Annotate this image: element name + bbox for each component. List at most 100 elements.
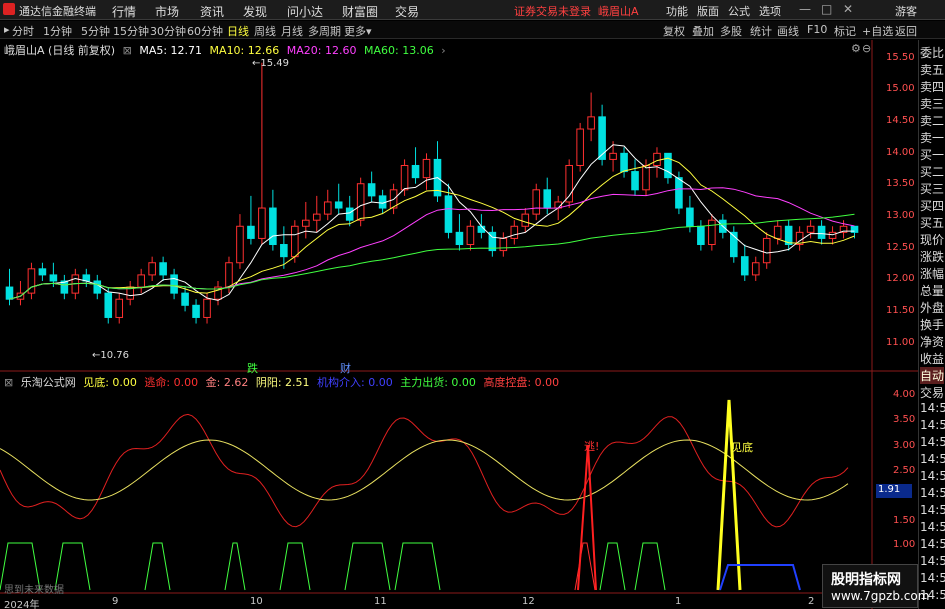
side-panel-item: 卖三 — [920, 97, 945, 111]
chart-zoom-icon[interactable]: ⊖ — [862, 42, 871, 55]
indicator-tick: 1.00 — [893, 539, 916, 550]
indicator-legend: ⊠ 乐淘公式网 见底: 0.00 逃命: 0.00 金: 2.62 阴阳: 2.… — [4, 374, 563, 390]
indicator-title[interactable]: 乐淘公式网 — [21, 376, 76, 389]
candle-body — [740, 256, 749, 276]
candle-body — [609, 152, 617, 160]
period-weekly[interactable]: 周线 — [254, 23, 276, 39]
candle-body — [466, 225, 475, 246]
indicator-tick: 3.00 — [893, 440, 916, 451]
ind-distribution-value: 主力出货: 0.00 — [400, 376, 476, 389]
btn-overlay[interactable]: 叠加 — [692, 23, 714, 39]
price-tick: 11.00 — [886, 337, 915, 348]
price-tick: 15.50 — [886, 52, 915, 63]
btn-adjust[interactable]: 复权 — [663, 23, 685, 39]
side-panel-item: 外盘 — [920, 301, 945, 315]
close-icon[interactable]: ✕ — [843, 2, 853, 16]
menu-trade[interactable]: 交易 — [395, 3, 419, 20]
period-15min[interactable]: 15分钟 — [113, 23, 149, 39]
menu-news[interactable]: 资讯 — [200, 3, 224, 20]
candle-body — [323, 201, 332, 215]
date-label: 2024年 — [4, 600, 40, 609]
ind-institution-value: 机构介入: 0.00 — [317, 376, 393, 389]
candle-body — [148, 262, 156, 276]
candle-body — [543, 189, 552, 209]
period-60min[interactable]: 60分钟 — [187, 23, 223, 39]
menu-function[interactable]: 功能 — [666, 3, 688, 19]
user-guest[interactable]: 游客 — [895, 3, 917, 19]
chart-title: 峨眉山A (日线 前复权) — [4, 44, 116, 57]
ind-escape-value: 逃命: 0.00 — [144, 376, 199, 389]
candle-body — [806, 225, 815, 233]
candle-body — [631, 171, 639, 191]
date-label: 9 — [112, 596, 119, 607]
btn-stats[interactable]: 统计 — [750, 23, 772, 39]
side-panel-item: 买二 — [920, 165, 945, 179]
indicator-tick: 3.50 — [893, 414, 916, 425]
side-panel-item: 现价 — [920, 233, 945, 247]
menu-wealth[interactable]: 财富圈 — [342, 3, 378, 20]
dropdown-arrow-icon[interactable]: › — [441, 44, 445, 57]
period-30min[interactable]: 30分钟 — [150, 23, 186, 39]
menu-markets[interactable]: 市场 — [155, 3, 179, 20]
price-tick: 12.50 — [886, 242, 915, 253]
ind-bottom-value: 见底: 0.00 — [83, 376, 137, 389]
side-panel-item[interactable]: 自动 — [920, 367, 945, 384]
minimize-icon[interactable]: — — [799, 2, 811, 16]
side-panel-item: 卖一 — [920, 131, 945, 145]
period-more[interactable]: 更多▾ — [344, 23, 372, 39]
period-intraday[interactable]: 分时 — [12, 23, 34, 39]
app-logo-icon — [3, 3, 15, 15]
period-monthly[interactable]: 月线 — [281, 23, 303, 39]
candle-body — [642, 164, 650, 191]
indicator-menu-icon[interactable]: ⊠ — [4, 376, 13, 389]
ma-icon: ⊠ — [122, 44, 132, 57]
candle-body — [444, 195, 453, 233]
btn-mark[interactable]: 标记 — [834, 23, 856, 39]
site-watermark: 股明指标网 www.7gpzb.com — [822, 564, 929, 608]
menu-discover[interactable]: 发现 — [243, 3, 267, 20]
candle-body — [708, 219, 716, 246]
menu-layout[interactable]: 版面 — [697, 3, 719, 19]
period-multi[interactable]: 多周期 — [308, 23, 341, 39]
candle-body — [225, 262, 233, 288]
chart-area[interactable] — [0, 40, 918, 609]
candle-body — [817, 225, 826, 239]
btn-back[interactable]: 返回 — [895, 23, 917, 39]
quote-side-panel: 委比 卖五 卖四 卖三 卖二 卖一 买一 买二 买三 买四 买五 现价 涨跌 涨幅 总量 外盘 换手 净资 收益 自动… — [918, 40, 945, 609]
candle-body — [356, 183, 365, 221]
menu-market[interactable]: 行情 — [112, 3, 136, 20]
candle-body — [620, 152, 628, 173]
btn-draw[interactable]: 画线 — [777, 23, 799, 39]
candle-body — [697, 225, 705, 246]
price-tick: 13.00 — [886, 210, 915, 221]
maximize-icon[interactable]: □ — [821, 2, 832, 16]
btn-add-watchlist[interactable]: +自选 — [862, 23, 893, 39]
side-panel-item: 换手 — [920, 318, 945, 332]
btn-multistock[interactable]: 多股 — [720, 23, 742, 39]
date-label: 10 — [250, 596, 263, 607]
period-1min[interactable]: 1分钟 — [43, 23, 72, 39]
indicator-tick: 1.50 — [893, 515, 916, 526]
menu-options[interactable]: 选项 — [759, 3, 781, 19]
menu-formula[interactable]: 公式 — [728, 3, 750, 19]
period-5min[interactable]: 5分钟 — [81, 23, 110, 39]
ind-control-value: 高度控盘: 0.00 — [483, 376, 560, 389]
chart-settings-icon[interactable]: ⚙ — [851, 42, 861, 55]
candle-body — [521, 213, 530, 227]
btn-f10[interactable]: F10 — [807, 23, 827, 36]
candle-body — [499, 237, 508, 252]
side-panel-item[interactable]: 交易 — [920, 384, 944, 401]
ma5-label: MA5: 12.71 — [139, 44, 203, 57]
date-label: 1 — [675, 596, 682, 607]
candle-body — [334, 201, 343, 209]
period-daily[interactable]: 日线 — [227, 23, 249, 39]
login-status[interactable]: 证券交易未登录 峨眉山A — [514, 3, 639, 19]
menu-ask[interactable]: 问小达 — [287, 3, 323, 20]
period-menu-icon[interactable]: ▸ — [4, 23, 10, 36]
ind-gold-value: 金: 2.62 — [205, 376, 249, 389]
low-price-label: ←10.76 — [92, 350, 130, 361]
menu-bar: 通达信金融终端 行情 市场 资讯 发现 问小达 财富圈 交易 证券交易未登录 峨… — [0, 0, 945, 20]
period-toolbar: ▸ 分时 1分钟 5分钟 15分钟 30分钟 60分钟 日线 周线 月线 多周期… — [0, 21, 945, 39]
ma10-label: MA10: 12.66 — [209, 44, 280, 57]
footer-note: 思到未来数据 — [4, 585, 64, 596]
